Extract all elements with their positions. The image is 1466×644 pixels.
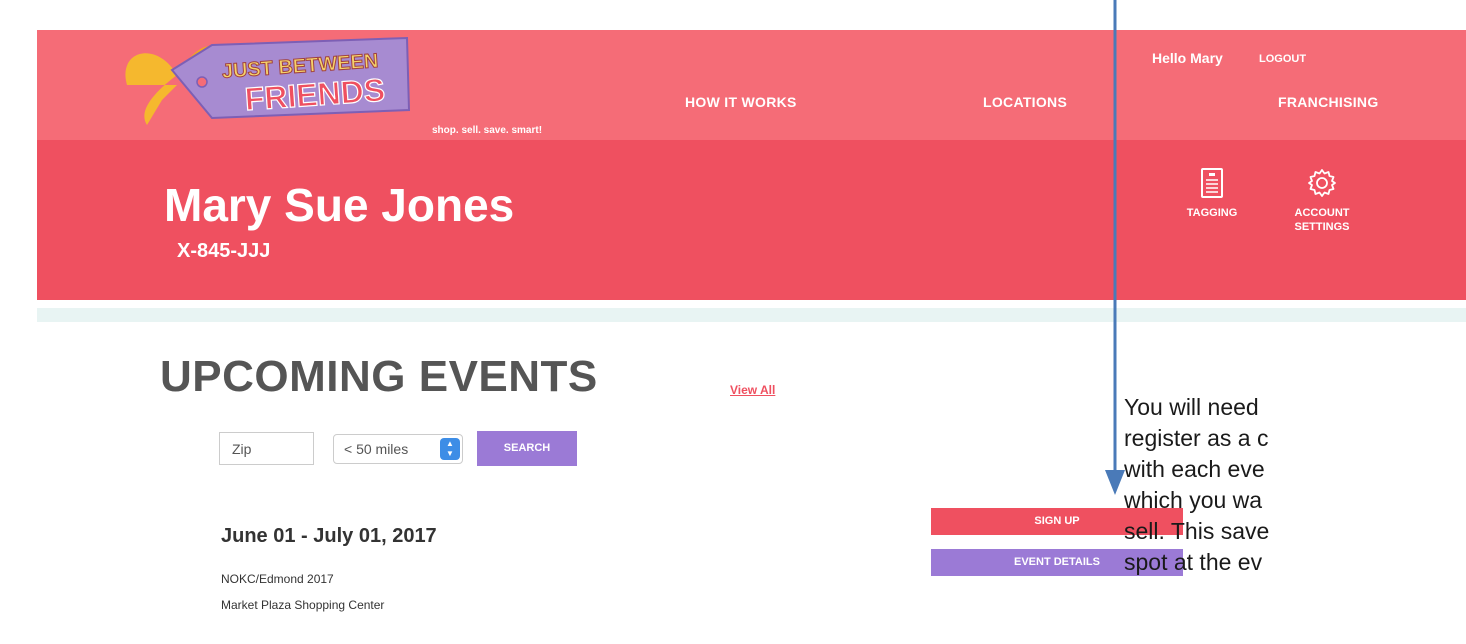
- profile-banner: Mary Sue Jones X-845-JJJ TAGGING ACCOUNT…: [37, 140, 1466, 300]
- gear-icon: [1308, 169, 1336, 197]
- tagging-button[interactable]: TAGGING: [1157, 168, 1267, 220]
- consignor-id: X-845-JJJ: [177, 240, 271, 262]
- event-date-range: June 01 - July 01, 2017: [221, 525, 437, 547]
- select-stepper-icon: ▲ ▼: [440, 438, 460, 460]
- logout-link[interactable]: LOGOUT: [1259, 53, 1306, 65]
- tag-document-icon: [1201, 168, 1223, 198]
- note-line: with each eve: [1124, 456, 1265, 482]
- account-settings-button[interactable]: ACCOUNT SETTINGS: [1267, 168, 1377, 234]
- user-name: Mary Sue Jones: [164, 179, 515, 231]
- account-settings-label: ACCOUNT SETTINGS: [1294, 207, 1350, 233]
- event-location: Market Plaza Shopping Center: [221, 598, 385, 612]
- nav-locations[interactable]: LOCATIONS: [983, 94, 1067, 110]
- search-button[interactable]: SEARCH: [477, 431, 577, 466]
- zip-input[interactable]: [219, 432, 314, 465]
- upcoming-events-title: UPCOMING EVENTS: [160, 352, 598, 401]
- radius-select[interactable]: < 50 miles ▲ ▼: [333, 434, 463, 464]
- note-line: You will need: [1124, 394, 1259, 420]
- tagline: shop. sell. save. smart!: [432, 125, 543, 136]
- brand-logo[interactable]: JUST BETWEEN FRIENDS: [117, 30, 417, 130]
- top-navigation: JUST BETWEEN FRIENDS shop. sell. save. s…: [37, 30, 1466, 140]
- user-greeting: Hello Mary: [1152, 50, 1223, 66]
- note-line: which you wa: [1124, 487, 1263, 513]
- annotation-note: You will need register as a c with each …: [1124, 392, 1466, 578]
- nav-how-it-works[interactable]: HOW IT WORKS: [685, 94, 797, 110]
- view-all-link[interactable]: View All: [730, 383, 775, 397]
- event-name: NOKC/Edmond 2017: [221, 572, 334, 586]
- radius-select-value: < 50 miles: [344, 441, 409, 457]
- ribbon-bow: [125, 53, 177, 125]
- nav-franchising[interactable]: FRANCHISING: [1278, 94, 1379, 110]
- note-line: spot at the ev: [1124, 549, 1263, 575]
- tagging-label: TAGGING: [1186, 207, 1238, 219]
- note-line: register as a c: [1124, 425, 1269, 451]
- note-line: sell. This save: [1124, 518, 1270, 544]
- section-divider: [37, 308, 1466, 322]
